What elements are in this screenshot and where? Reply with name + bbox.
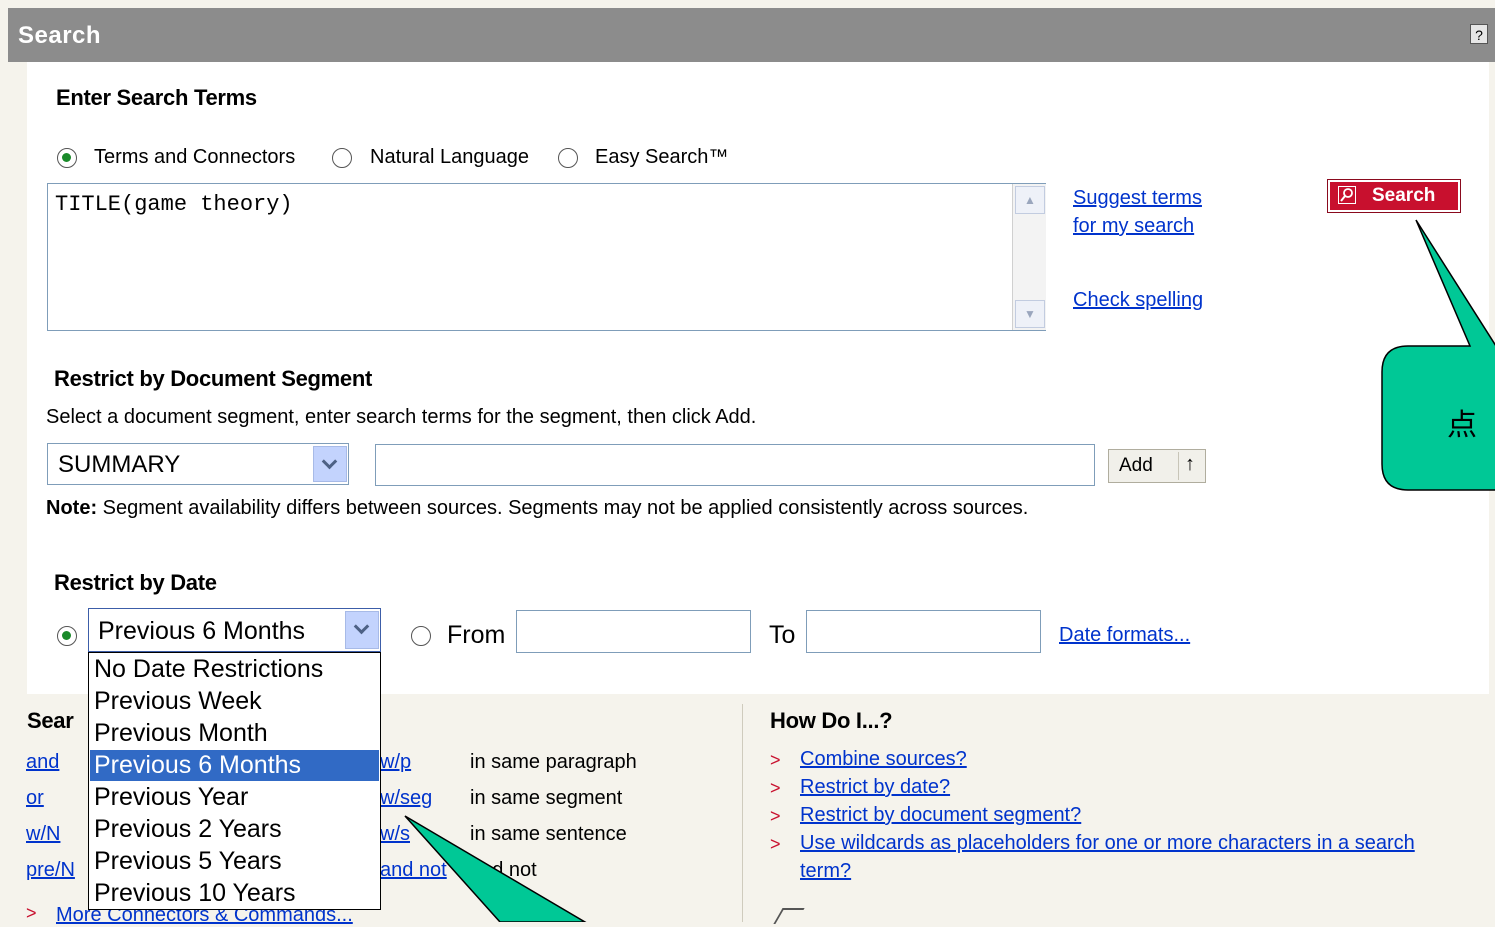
callout-bubble [1381, 219, 1495, 491]
callout-text: 点 [1447, 408, 1477, 443]
callout-overlay [404, 219, 1495, 922]
callout-pointer [404, 815, 587, 922]
